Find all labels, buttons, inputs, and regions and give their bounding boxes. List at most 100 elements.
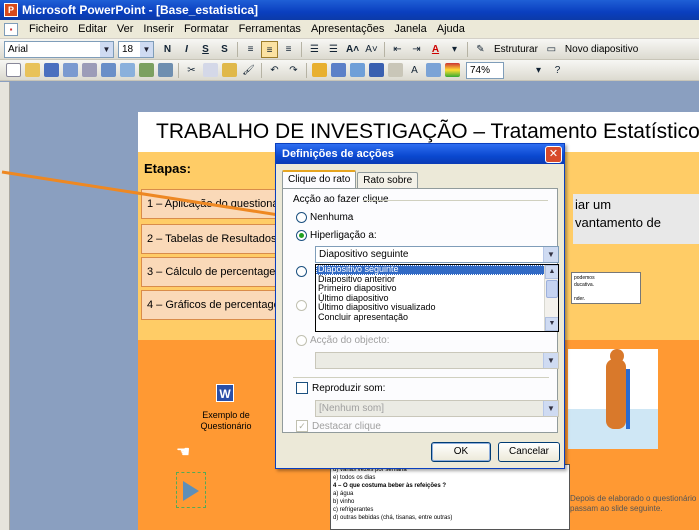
save-icon[interactable] — [44, 63, 59, 77]
radio-none[interactable]: Nenhuma — [296, 212, 353, 223]
highlight-click-box[interactable]: ✓ — [296, 420, 308, 432]
align-left-icon[interactable]: ≡ — [242, 41, 259, 58]
font-color-icon[interactable]: A — [427, 41, 444, 58]
align-center-icon[interactable]: ≡ — [261, 40, 278, 58]
new-slide-button[interactable]: Novo diapositivo — [561, 44, 642, 55]
menu-ferramentas[interactable]: Ferramentas — [234, 23, 306, 35]
highlight-click-checkbox[interactable]: ✓ Destacar clique — [296, 420, 381, 432]
radio-run-program-dot[interactable] — [296, 266, 307, 277]
chevron-down-icon[interactable]: ▼ — [100, 41, 113, 57]
chevron-down-icon[interactable]: ▼ — [543, 401, 558, 416]
radio-run-macro[interactable] — [296, 300, 310, 311]
insert-table-icon[interactable] — [331, 63, 346, 77]
chevron-down-icon[interactable]: ▾ — [446, 41, 463, 58]
intro-text-box[interactable]: iar um vantamento de — [573, 194, 699, 244]
hyperlink-options-list[interactable]: Diapositivo seguinte Diapositivo anterio… — [315, 264, 559, 332]
font-size-combo[interactable]: 18 ▼ — [118, 40, 154, 58]
radio-run-program[interactable] — [296, 266, 310, 277]
radio-none-dot[interactable] — [296, 212, 307, 223]
permission-icon[interactable] — [63, 63, 78, 77]
hyperlink-icon[interactable] — [369, 63, 384, 77]
menu-ver[interactable]: Ver — [112, 23, 139, 35]
print-preview-icon[interactable] — [120, 63, 135, 77]
open-folder-icon[interactable] — [25, 63, 40, 77]
scroll-thumb[interactable] — [546, 280, 558, 298]
menu-inserir[interactable]: Inserir — [138, 23, 179, 35]
tables-borders-icon[interactable] — [350, 63, 365, 77]
play-sound-box[interactable] — [296, 382, 308, 394]
menu-ficheiro[interactable]: Ficheiro — [24, 23, 73, 35]
radio-object-action-dot[interactable] — [296, 335, 307, 346]
menu-apresentacoes[interactable]: Apresentações — [306, 23, 389, 35]
menu-formatar[interactable]: Formatar — [179, 23, 234, 35]
hyperlink-dropdown[interactable]: Diapositivo seguinte ▼ — [315, 246, 559, 263]
paste-icon[interactable] — [222, 63, 237, 77]
sound-dropdown[interactable]: [Nenhum som] ▼ — [315, 400, 559, 417]
cancel-button[interactable]: Cancelar — [498, 442, 560, 462]
word-document-icon[interactable]: W — [216, 384, 234, 402]
bold-button[interactable]: N — [159, 41, 176, 58]
underline-button[interactable]: S — [197, 41, 214, 58]
play-sound-checkbox[interactable]: Reproduzir som: — [296, 382, 385, 394]
structure-button[interactable]: Estruturar — [490, 44, 542, 55]
questionnaire-excerpt[interactable]: d) várias vezes por semana e) todos os d… — [330, 464, 570, 530]
insert-chart-icon[interactable] — [312, 63, 327, 77]
align-right-icon[interactable]: ≡ — [280, 41, 297, 58]
new-document-icon[interactable] — [6, 63, 21, 77]
businessman-clipart[interactable] — [568, 349, 658, 449]
increase-indent-icon[interactable]: ⇥ — [408, 41, 425, 58]
help-icon[interactable]: ? — [549, 62, 566, 79]
zoom-combo[interactable]: 74% — [466, 61, 504, 79]
font-name-combo[interactable]: Arial ▼ — [4, 40, 114, 58]
chevron-down-icon[interactable]: ▾ — [530, 62, 547, 79]
cut-icon[interactable]: ✂ — [183, 62, 200, 79]
close-icon[interactable]: ✕ — [545, 145, 562, 163]
note-box[interactable]: podemos ducativa. nder. — [571, 272, 641, 304]
decrease-font-icon[interactable]: A˅ — [363, 41, 380, 58]
numbering-icon[interactable]: ☰ — [306, 41, 323, 58]
show-formatting-icon[interactable]: A — [406, 62, 423, 79]
step-button-2[interactable]: 2 – Tabelas de Resultados — [141, 224, 291, 254]
chevron-down-icon[interactable]: ▼ — [140, 41, 153, 57]
list-item[interactable]: Concluir apresentação — [316, 312, 558, 323]
bullets-icon[interactable]: ☰ — [325, 41, 342, 58]
scroll-up-icon[interactable]: ▲ — [545, 265, 558, 279]
design-icon[interactable]: ✎ — [472, 41, 489, 58]
show-grid-icon[interactable] — [426, 63, 441, 77]
shadow-button[interactable]: S — [216, 41, 233, 58]
undo-icon[interactable]: ↶ — [266, 62, 283, 79]
powerpoint-app-icon[interactable]: P — [4, 3, 18, 17]
copy-icon[interactable] — [203, 63, 218, 77]
redo-icon[interactable]: ↷ — [285, 62, 302, 79]
decrease-indent-icon[interactable]: ⇤ — [389, 41, 406, 58]
color-grayscale-icon[interactable] — [445, 63, 460, 77]
radio-object-action[interactable]: Acção do objecto: — [296, 335, 390, 346]
document-icon[interactable]: ▪ — [4, 22, 18, 36]
ok-button[interactable]: OK — [431, 442, 491, 462]
action-button-play[interactable] — [176, 472, 206, 508]
radio-hyperlink[interactable]: Hiperligação a: — [296, 230, 377, 241]
menu-janela[interactable]: Janela — [389, 23, 431, 35]
email-icon[interactable] — [82, 63, 97, 77]
menu-editar[interactable]: Editar — [73, 23, 112, 35]
step-button-4[interactable]: 4 – Gráficos de percentagens — [141, 290, 291, 320]
expand-all-icon[interactable] — [388, 63, 403, 77]
scroll-down-icon[interactable]: ▼ — [545, 317, 558, 331]
tab-mouse-over[interactable]: Rato sobre — [357, 172, 419, 188]
radio-run-macro-dot[interactable] — [296, 300, 307, 311]
dialog-titlebar[interactable]: Definições de acções ✕ — [276, 144, 564, 164]
step-button-3[interactable]: 3 – Cálculo de percentagens — [141, 257, 291, 287]
italic-button[interactable]: I — [178, 41, 195, 58]
format-painter-icon[interactable]: 🖌 — [240, 62, 257, 79]
chevron-down-icon[interactable]: ▼ — [543, 353, 558, 368]
spelling-icon[interactable] — [139, 63, 154, 77]
step-button-1[interactable]: 1 – Aplicação do questionário — [141, 189, 291, 219]
object-action-dropdown[interactable]: ▼ — [315, 352, 559, 369]
print-icon[interactable] — [101, 63, 116, 77]
research-icon[interactable] — [158, 63, 173, 77]
radio-hyperlink-dot[interactable] — [296, 230, 307, 241]
menu-ajuda[interactable]: Ajuda — [432, 23, 470, 35]
chevron-down-icon[interactable]: ▼ — [543, 247, 558, 262]
list-scrollbar[interactable]: ▲ ▼ — [544, 265, 558, 331]
new-slide-icon[interactable]: ▭ — [543, 41, 560, 58]
